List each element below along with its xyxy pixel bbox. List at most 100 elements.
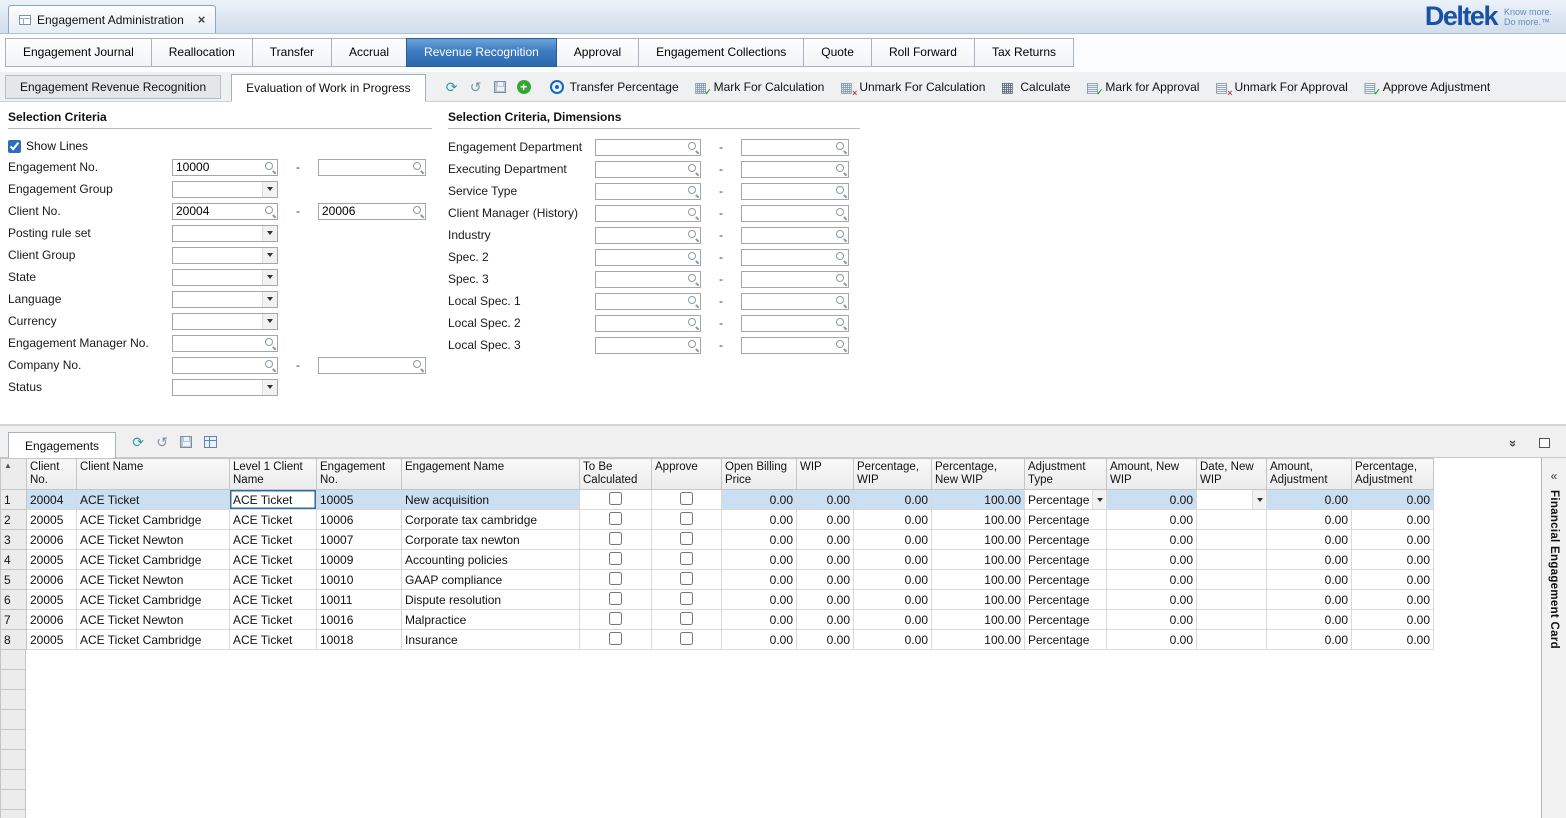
row-selector-header[interactable]: ▲: [1, 459, 27, 490]
search-icon[interactable]: [835, 229, 847, 241]
cell-amount-new-wip[interactable]: 0.00: [1107, 610, 1197, 630]
spec-2-to-input[interactable]: [741, 249, 849, 266]
search-icon[interactable]: [835, 317, 847, 329]
search-icon[interactable]: [687, 163, 699, 175]
calculate-button[interactable]: ▦Calculate: [992, 75, 1077, 99]
cell-engagement-name[interactable]: Insurance: [402, 630, 580, 650]
main-tab-engagement-collections[interactable]: Engagement Collections: [638, 38, 804, 67]
cell-level1-client-name[interactable]: ACE Ticket: [230, 630, 317, 650]
row-number[interactable]: 6: [1, 590, 27, 610]
engagements-tab[interactable]: Engagements: [8, 432, 116, 458]
undo-button[interactable]: ↺: [465, 76, 487, 98]
search-icon[interactable]: [835, 163, 847, 175]
cell-percentage-adjustment[interactable]: 0.00: [1352, 610, 1434, 630]
cell-adjustment-type[interactable]: Percentage: [1025, 630, 1107, 650]
client-no-from-input[interactable]: [172, 203, 278, 220]
date-new-wip-dropdown[interactable]: [1197, 490, 1266, 509]
cell-percentage-adjustment[interactable]: 0.00: [1352, 590, 1434, 610]
cell-engagement-name[interactable]: New acquisition: [402, 490, 580, 510]
cell-engagement-no[interactable]: 10011: [317, 590, 402, 610]
cell-wip[interactable]: 0.00: [797, 490, 854, 510]
client-manager-history-from-input[interactable]: [595, 205, 701, 222]
cell-client-name[interactable]: ACE Ticket Cambridge: [77, 590, 230, 610]
dropdown-arrow-icon[interactable]: [1252, 490, 1266, 509]
approve-adjustment-button[interactable]: ▤✓Approve Adjustment: [1355, 75, 1497, 99]
cell-client-name[interactable]: ACE Ticket Cambridge: [77, 550, 230, 570]
company-no-to-input[interactable]: [318, 357, 426, 374]
search-icon[interactable]: [835, 207, 847, 219]
cell-level1-client-name[interactable]: ACE Ticket: [230, 590, 317, 610]
approve-checkbox[interactable]: [680, 572, 693, 585]
cell-engagement-no[interactable]: 10009: [317, 550, 402, 570]
cell-client-no[interactable]: 20006: [27, 610, 77, 630]
column-header-client-name[interactable]: Client Name: [77, 459, 230, 490]
cell-engagement-name[interactable]: Malpractice: [402, 610, 580, 630]
cell-percentage-wip[interactable]: 0.00: [854, 490, 932, 510]
cell-adjustment-type[interactable]: Percentage: [1025, 590, 1107, 610]
cell-adjustment-type[interactable]: Percentage: [1025, 550, 1107, 570]
cell-to-be-calculated[interactable]: [580, 590, 652, 610]
collapse-panel-button[interactable]: »: [1503, 432, 1525, 454]
cell-wip[interactable]: 0.00: [797, 510, 854, 530]
refresh-button[interactable]: ⟳: [441, 76, 463, 98]
document-tab[interactable]: Engagement Administration ×: [8, 5, 216, 33]
cell-date-new-wip[interactable]: [1197, 570, 1267, 590]
engagement-department-to-input[interactable]: [741, 139, 849, 156]
executing-department-from-input[interactable]: [595, 161, 701, 178]
cell-engagement-no[interactable]: 10016: [317, 610, 402, 630]
cell-approve[interactable]: [652, 630, 722, 650]
cell-percentage-adjustment[interactable]: 0.00: [1352, 630, 1434, 650]
cell-percentage-new-wip[interactable]: 100.00: [932, 630, 1025, 650]
adjustment-type-dropdown[interactable]: Percentage: [1025, 490, 1106, 509]
row-number[interactable]: 2: [1, 510, 27, 530]
client-manager-history-to-input[interactable]: [741, 205, 849, 222]
engagement-manager-no-search-input[interactable]: [172, 335, 278, 352]
cell-percentage-wip[interactable]: 0.00: [854, 630, 932, 650]
cell-to-be-calculated[interactable]: [580, 530, 652, 550]
language-dropdown[interactable]: [172, 291, 278, 308]
cell-percentage-adjustment[interactable]: 0.00: [1352, 530, 1434, 550]
save-button[interactable]: [489, 76, 511, 98]
sub-tab-engagement-revenue-recognition[interactable]: Engagement Revenue Recognition: [5, 75, 221, 99]
cell-adjustment-type[interactable]: Percentage: [1025, 570, 1107, 590]
cell-engagement-no[interactable]: 10006: [317, 510, 402, 530]
search-icon[interactable]: [264, 161, 276, 173]
cell-engagement-name[interactable]: Corporate tax cambridge: [402, 510, 580, 530]
engagement-group-dropdown[interactable]: [172, 181, 278, 198]
search-icon[interactable]: [687, 295, 699, 307]
approve-checkbox[interactable]: [680, 512, 693, 525]
close-icon[interactable]: ×: [198, 15, 206, 25]
to-be-calculated-checkbox[interactable]: [609, 512, 622, 525]
dropdown-arrow-icon[interactable]: [262, 182, 277, 197]
cell-to-be-calculated[interactable]: [580, 630, 652, 650]
mark-for-approval-button[interactable]: ▤✓Mark for Approval: [1077, 75, 1206, 99]
cell-engagement-name[interactable]: Accounting policies: [402, 550, 580, 570]
status-dropdown[interactable]: [172, 379, 278, 396]
cell-to-be-calculated[interactable]: [580, 570, 652, 590]
cell-wip[interactable]: 0.00: [797, 590, 854, 610]
transfer-percentage-button[interactable]: Transfer Percentage: [542, 75, 686, 99]
to-be-calculated-checkbox[interactable]: [609, 532, 622, 545]
row-number[interactable]: 8: [1, 630, 27, 650]
cell-percentage-adjustment[interactable]: 0.00: [1352, 490, 1434, 510]
search-icon[interactable]: [687, 317, 699, 329]
local-spec-2-from-input[interactable]: [595, 315, 701, 332]
column-header-amount-adjustment[interactable]: Amount, Adjustment: [1267, 459, 1352, 490]
unmark-for-calculation-button[interactable]: ▦×Unmark For Calculation: [831, 75, 992, 99]
search-icon[interactable]: [264, 205, 276, 217]
cell-client-no[interactable]: 20005: [27, 590, 77, 610]
local-spec-1-from-input[interactable]: [595, 293, 701, 310]
cell-open-billing-price[interactable]: 0.00: [722, 610, 797, 630]
cell-approve[interactable]: [652, 530, 722, 550]
cell-amount-adjustment[interactable]: 0.00: [1267, 610, 1352, 630]
cell-adjustment-type[interactable]: Percentage: [1025, 490, 1107, 510]
save-button[interactable]: [175, 431, 197, 453]
search-icon[interactable]: [835, 339, 847, 351]
dropdown-arrow-icon[interactable]: [262, 314, 277, 329]
cell-level1-client-name[interactable]: ACE Ticket: [230, 530, 317, 550]
cell-open-billing-price[interactable]: 0.00: [722, 570, 797, 590]
cell-amount-adjustment[interactable]: 0.00: [1267, 550, 1352, 570]
search-icon[interactable]: [687, 251, 699, 263]
column-header-percentage-wip[interactable]: Percentage, WIP: [854, 459, 932, 490]
search-icon[interactable]: [264, 337, 276, 349]
